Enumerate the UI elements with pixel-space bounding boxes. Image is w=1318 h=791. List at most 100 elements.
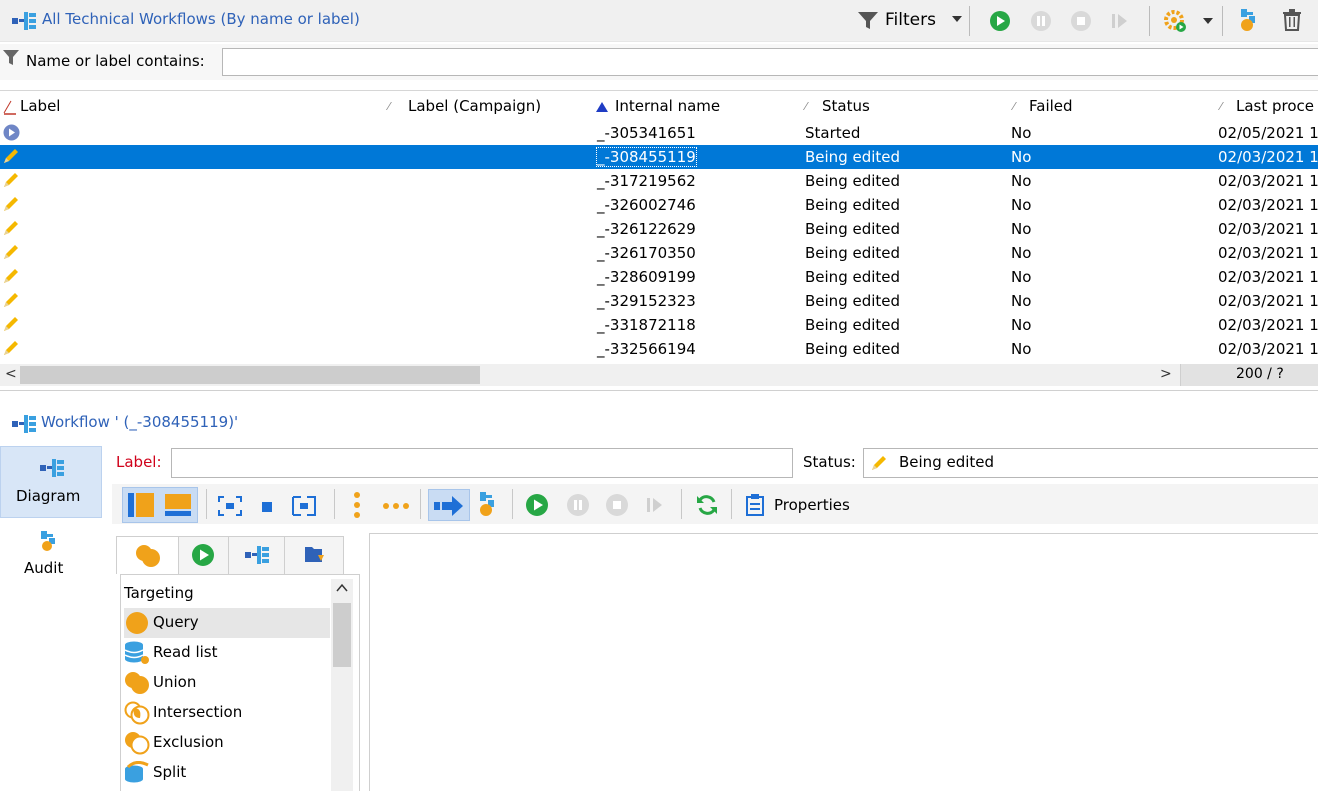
table-row[interactable]: _-326002746 Being edited No 02/03/2021 1 xyxy=(0,193,1318,217)
horizontal-layout-icon[interactable] xyxy=(164,492,192,518)
new-workflow-icon[interactable] xyxy=(1239,8,1261,32)
tab-flow-control[interactable] xyxy=(179,537,229,574)
horizontal-dots-icon[interactable] xyxy=(383,502,409,510)
status-cell: Being edited xyxy=(805,316,901,334)
trash-icon[interactable] xyxy=(1282,9,1302,31)
status-cell: Being edited xyxy=(805,292,901,310)
scroll-left-icon[interactable]: < xyxy=(5,366,17,382)
status-cell: Being edited xyxy=(805,172,901,190)
side-tab-diagram[interactable]: Diagram xyxy=(0,446,102,518)
scrollbar-thumb[interactable] xyxy=(333,603,351,667)
exclusion-icon xyxy=(124,731,150,755)
start-icon[interactable] xyxy=(990,11,1010,31)
pencil-icon xyxy=(2,339,20,357)
activity-intersection[interactable]: Intersection xyxy=(124,698,330,728)
start-icon[interactable] xyxy=(526,494,548,516)
failed-cell: No xyxy=(1011,124,1032,142)
refresh-icon[interactable] xyxy=(696,494,718,516)
funnel-icon xyxy=(3,50,19,66)
toolbar-separator xyxy=(206,489,207,519)
label-input[interactable] xyxy=(171,448,793,478)
fit-to-window-icon[interactable] xyxy=(218,496,242,516)
pencil-icon xyxy=(2,147,20,165)
vertical-layout-icon[interactable] xyxy=(126,492,156,518)
label-caption: Label: xyxy=(116,453,162,471)
pane-splitter[interactable] xyxy=(0,390,1318,391)
actual-size-icon[interactable] xyxy=(262,502,272,512)
toolbar-separator xyxy=(1222,6,1223,36)
table-row[interactable]: _-331872118 Being edited No 02/03/2021 1 xyxy=(0,313,1318,337)
step-icon[interactable] xyxy=(645,494,663,516)
clipboard-icon[interactable] xyxy=(746,494,764,516)
audit-icon xyxy=(39,530,59,552)
table-row[interactable]: _-317219562 Being edited No 02/03/2021 1 xyxy=(0,169,1318,193)
table-row[interactable]: _-326122629 Being edited No 02/03/2021 1 xyxy=(0,217,1318,241)
toolbar-separator xyxy=(969,6,970,36)
last-processed-cell: 02/03/2021 1 xyxy=(1218,220,1318,238)
column-header-label[interactable]: Label xyxy=(20,97,60,115)
split-icon xyxy=(124,761,150,785)
tab-actions[interactable] xyxy=(229,537,285,574)
chevron-down-icon[interactable] xyxy=(1202,16,1214,26)
table-row[interactable]: _-329152323 Being edited No 02/03/2021 1 xyxy=(0,289,1318,313)
status-cell: Being edited xyxy=(805,148,901,166)
activity-query[interactable]: Query xyxy=(124,608,330,638)
table-row[interactable]: _-326170350 Being edited No 02/03/2021 1 xyxy=(0,241,1318,265)
activity-exclusion[interactable]: Exclusion xyxy=(124,728,330,758)
pause-icon[interactable] xyxy=(567,494,589,516)
column-header-label-campaign[interactable]: Label (Campaign) xyxy=(408,97,541,115)
internal-name-cell: _-328609199 xyxy=(597,268,696,286)
detail-title: Workflow ' (_-308455119)' xyxy=(41,413,239,431)
stop-icon[interactable] xyxy=(606,494,628,516)
column-header-last-processed[interactable]: Last proce xyxy=(1236,97,1314,115)
table-row[interactable]: _-332566194 Being edited No 02/03/2021 1 xyxy=(0,337,1318,361)
list-title[interactable]: All Technical Workflows (By name or labe… xyxy=(42,10,360,28)
activity-union[interactable]: Union xyxy=(124,668,330,698)
scroll-right-icon[interactable]: > xyxy=(1160,366,1172,382)
horizontal-scrollbar[interactable]: < > 200 / ? xyxy=(0,364,1318,386)
status-field: Being edited xyxy=(863,448,1318,478)
table-row[interactable]: _-305341651 Started No 02/05/2021 1 xyxy=(0,121,1318,145)
stop-icon[interactable] xyxy=(1071,11,1091,31)
activity-read-list[interactable]: Read list xyxy=(124,638,330,668)
pencil-icon xyxy=(2,315,20,333)
toolbar-separator xyxy=(681,489,682,519)
last-processed-cell: 02/03/2021 1 xyxy=(1218,268,1318,286)
status-cell: Started xyxy=(805,124,861,142)
activity-scrollbar[interactable] xyxy=(331,579,353,791)
workflow-audit-icon[interactable] xyxy=(478,491,498,517)
scrollbar-thumb[interactable] xyxy=(20,366,480,384)
transition-mode-button[interactable] xyxy=(428,489,470,521)
gear-start-icon[interactable] xyxy=(1163,9,1187,33)
properties-button[interactable]: Properties xyxy=(774,496,850,514)
chevron-up-icon[interactable] xyxy=(336,583,348,593)
chevron-down-icon[interactable] xyxy=(951,14,963,24)
table-row-selected[interactable]: _-308455119 Being edited No 02/03/2021 1 xyxy=(0,145,1318,169)
table-row[interactable]: _-328609199 Being edited No 02/03/2021 1 xyxy=(0,265,1318,289)
last-processed-cell: 02/05/2021 1 xyxy=(1218,124,1318,142)
diagram-canvas[interactable] xyxy=(369,533,1318,791)
status-cell: Being edited xyxy=(805,268,901,286)
started-icon xyxy=(3,124,20,141)
filters-button[interactable]: Filters xyxy=(885,10,936,30)
column-header-status[interactable]: Status xyxy=(822,97,870,115)
side-tab-audit[interactable]: Audit xyxy=(0,526,102,586)
zoom-region-icon[interactable] xyxy=(292,496,316,516)
column-header-failed[interactable]: Failed xyxy=(1029,97,1073,115)
vertical-dots-icon[interactable] xyxy=(353,492,361,518)
pause-icon[interactable] xyxy=(1031,11,1051,31)
step-icon[interactable] xyxy=(1110,11,1128,31)
sort-ascending-icon xyxy=(596,102,608,112)
column-header-internal-name[interactable]: Internal name xyxy=(615,97,720,115)
pencil-icon xyxy=(2,195,20,213)
funnel-icon[interactable] xyxy=(858,12,878,30)
activity-split[interactable]: Split xyxy=(124,758,330,788)
tab-events[interactable] xyxy=(285,537,343,574)
failed-cell: No xyxy=(1011,340,1032,358)
name-filter-input[interactable] xyxy=(222,48,1318,76)
tab-targeting[interactable] xyxy=(117,537,179,575)
workflow-icon xyxy=(245,546,269,564)
activity-label: Exclusion xyxy=(153,733,224,751)
failed-cell: No xyxy=(1011,292,1032,310)
activity-label: Split xyxy=(153,763,187,781)
